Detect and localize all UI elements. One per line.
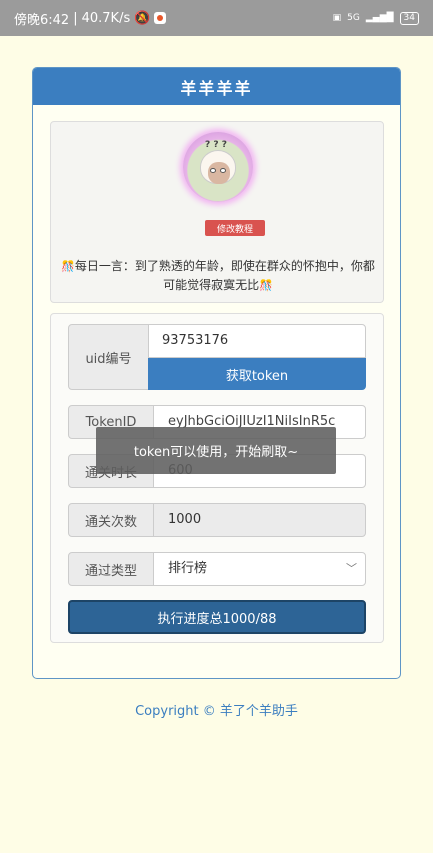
quote-prefix: 每日一言： <box>74 259 135 273</box>
avatar-marks: ? ? ? <box>205 140 227 150</box>
daily-quote: 🎊每日一言：到了熟透的年龄，即使在群众的怀抱中，你都可能觉得寂寞无比🎊 <box>59 257 377 295</box>
uid-label: uid编号 <box>68 324 149 390</box>
count-row: 通关次数 1000 <box>68 503 366 537</box>
sheep-face-shape <box>208 162 230 184</box>
sheep-eye-shape <box>220 168 226 173</box>
sheep-eye-shape <box>210 168 216 173</box>
network-label: 5G <box>347 13 360 23</box>
toast-message: token可以使用，开始刷取~ <box>96 427 336 474</box>
type-row: 通过类型 排行榜 ﹀ <box>68 552 366 586</box>
status-bar: 傍晚6:42 | 40.7K/s 🔕 ▣ 5G ▂▄▆█ 34 <box>0 0 433 36</box>
type-select[interactable]: 排行榜 ﹀ <box>153 552 366 586</box>
signal-icon: ▂▄▆█ <box>365 13 394 23</box>
status-speed: 40.7K/s <box>81 10 131 26</box>
uid-input[interactable]: 93753176 <box>148 324 366 358</box>
battery-icon: 34 <box>399 11 419 25</box>
app-notification-icon <box>154 12 167 24</box>
count-label: 通关次数 <box>68 503 154 537</box>
confetti-icon: 🎊 <box>259 279 273 292</box>
quote-text: 到了熟透的年龄，即使在群众的怀抱中，你都可能觉得寂寞无比 <box>134 259 375 292</box>
form-panel: uid编号 93753176 获取token TokenID eyJhbGciO… <box>50 313 384 643</box>
edit-guide-button[interactable]: 修改教程 <box>205 220 265 236</box>
status-time: 傍晚6:42 <box>14 12 70 28</box>
run-progress-button[interactable]: 执行进度总1000/88 <box>68 600 366 634</box>
profile-panel: ? ? ? 修改教程 🎊每日一言：到了熟透的年龄，即使在群众的怀抱中，你都可能觉… <box>50 121 384 303</box>
card-title: 羊羊羊羊 <box>33 68 400 105</box>
type-label: 通过类型 <box>68 552 154 586</box>
main-card: 羊羊羊羊 ? ? ? 修改教程 🎊每日一言：到了熟透的年龄，即使在群众的怀抱中，… <box>32 67 401 679</box>
footer-copyright: Copyright © 羊了个羊助手 <box>135 704 298 719</box>
uid-group: uid编号 93753176 获取token <box>68 324 366 390</box>
type-selected-value: 排行榜 <box>168 561 208 576</box>
confetti-icon: 🎊 <box>61 260 75 273</box>
chevron-down-icon: ﹀ <box>346 562 357 575</box>
mute-icon: 🔕 <box>134 10 151 26</box>
avatar: ? ? ? <box>183 132 253 202</box>
chat-icon: ▣ <box>332 13 342 23</box>
count-input[interactable]: 1000 <box>153 503 366 537</box>
get-token-button[interactable]: 获取token <box>148 358 366 390</box>
